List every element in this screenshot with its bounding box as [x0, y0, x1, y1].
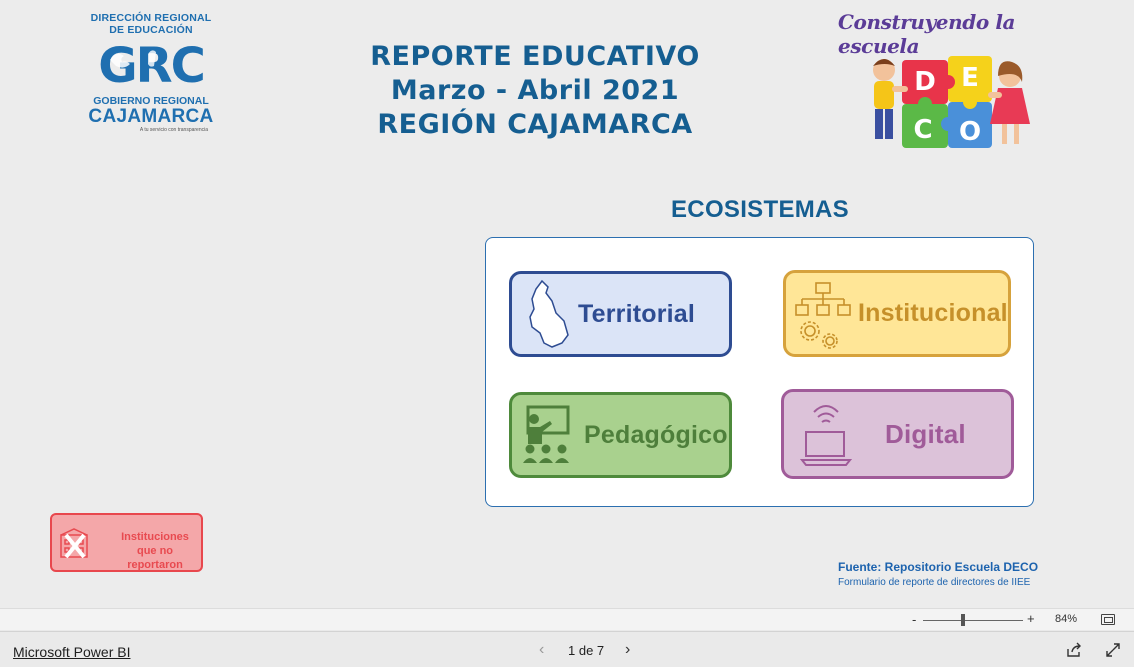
zoom-slider-thumb[interactable] — [961, 614, 965, 626]
share-icon[interactable] — [1066, 642, 1082, 658]
tile-label: Territorial — [578, 299, 696, 328]
tile-label: Institucional — [858, 299, 1008, 327]
teacher-classroom-icon — [523, 405, 570, 463]
logo-line2: DE EDUCACIÓN — [109, 24, 193, 36]
page-indicator: 1 de 7 — [568, 643, 605, 658]
title-line3: REGIÓN CAJAMARCA — [377, 109, 693, 140]
power-bi-link[interactable]: Microsoft Power BI — [13, 644, 130, 660]
footer-bar: Microsoft Power BI ‹ 1 de 7 › — [0, 631, 1134, 667]
report-title: REPORTE EDUCATIVO Marzo - Abril 2021 REG… — [330, 40, 740, 142]
instituciones-label: Instituciones que no reportaron — [121, 531, 189, 571]
ecosistemas-title: ECOSISTEMAS — [671, 196, 849, 223]
logo-line1: DIRECCIÓN REGIONAL — [90, 12, 212, 24]
tile-label: Pedagógico — [584, 420, 728, 449]
tile-digital-button[interactable]: Digital — [781, 389, 1014, 479]
title-line2: Marzo - Abril 2021 — [390, 75, 680, 106]
source-sub: Formulario de reporte de directores de I… — [838, 577, 1031, 588]
svg-text:E: E — [961, 63, 979, 93]
instituciones-no-reportaron-button[interactable]: Instituciones que no reportaron — [50, 513, 203, 572]
deco-slogan: Construyendo la escuela — [838, 10, 1016, 58]
svg-text:O: O — [959, 117, 981, 147]
logo-tagline: A tu servicio con transparencia — [139, 127, 208, 133]
zoom-in-button[interactable]: + — [1027, 611, 1035, 626]
title-line1: REPORTE EDUCATIVO — [370, 41, 700, 72]
next-page-button[interactable]: › — [625, 641, 630, 659]
svg-text:C: C — [913, 115, 932, 145]
tile-territorial-button[interactable]: Territorial — [509, 271, 732, 357]
logo-line4: CAJAMARCA — [88, 106, 214, 127]
tile-pedagogico-button[interactable]: Pedagógico — [509, 392, 732, 478]
fit-to-page-icon[interactable] — [1101, 614, 1115, 625]
map-outline-icon — [529, 279, 569, 348]
grc-mark-icon: GRC — [98, 38, 206, 94]
fullscreen-icon[interactable] — [1105, 642, 1121, 658]
tile-label: Digital — [885, 418, 966, 449]
deco-puzzle-kids-icon: D E C O — [873, 56, 1030, 148]
source-main: Fuente: Repositorio Escuela DECO — [838, 560, 1039, 574]
laptop-wifi-icon — [800, 405, 852, 466]
building-x-icon — [60, 528, 88, 559]
tile-institucional-button[interactable]: Institucional — [783, 270, 1011, 357]
grc-logo: DIRECCIÓN REGIONAL DE EDUCACIÓN GRC GOBI… — [86, 12, 216, 148]
zoom-strip: - + 84% — [0, 608, 1134, 630]
report-canvas: DIRECCIÓN REGIONAL DE EDUCACIÓN GRC GOBI… — [0, 0, 1134, 608]
zoom-slider-track[interactable] — [923, 620, 1023, 621]
org-chart-gears-icon — [795, 282, 851, 349]
svg-text:D: D — [914, 67, 936, 97]
prev-page-button[interactable]: ‹ — [539, 641, 544, 659]
zoom-level: 84% — [1055, 613, 1078, 625]
zoom-out-button[interactable]: - — [912, 612, 916, 627]
